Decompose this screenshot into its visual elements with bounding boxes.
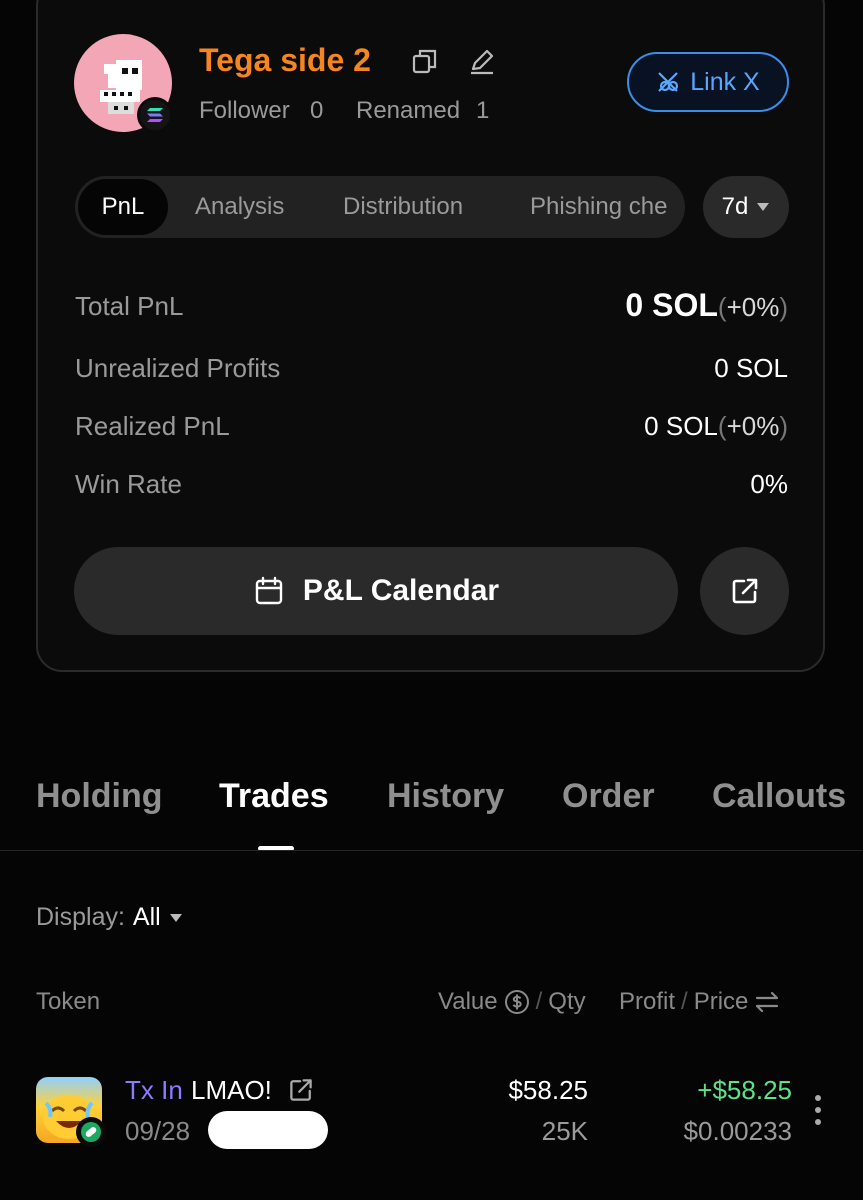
col-separator: /: [681, 988, 688, 1015]
col-profit: Profit: [619, 988, 676, 1015]
caret-down-icon: [169, 913, 183, 923]
edit-icon[interactable]: [467, 46, 497, 76]
winrate-label: Win Rate: [75, 469, 182, 499]
x-logo-icon: [656, 70, 682, 94]
swap-icon: [754, 990, 780, 1014]
tab-distribution[interactable]: Distribution: [343, 176, 463, 238]
share-button[interactable]: [700, 547, 789, 635]
follower-label: Follower: [199, 97, 290, 124]
unrealized-value: 0 SOL: [714, 353, 788, 383]
col-value: Value: [438, 988, 498, 1015]
renamed-count: 1: [476, 97, 490, 124]
tab-callouts[interactable]: Callouts: [712, 777, 846, 816]
follower-count: 0: [310, 97, 324, 124]
renamed-label: Renamed: [356, 97, 461, 124]
pnl-calendar-label: P&L Calendar: [302, 574, 500, 607]
total-pnl-value: 0 SOL: [625, 287, 718, 323]
tab-holding[interactable]: Holding: [36, 777, 163, 816]
tab-history[interactable]: History: [387, 777, 504, 816]
trade-qty: 25K: [541, 1116, 588, 1146]
trade-type: Tx In: [125, 1075, 183, 1105]
dollar-circle-icon: [504, 989, 530, 1015]
col-separator: /: [535, 988, 543, 1015]
solana-icon: [137, 97, 173, 133]
realized-value-row: 0 SOL(+0%): [644, 411, 788, 441]
display-value: All: [132, 903, 161, 931]
tab-order[interactable]: Order: [562, 777, 655, 816]
tab-phishing-check[interactable]: Phishing che: [530, 176, 667, 238]
external-link-icon[interactable]: [285, 1075, 317, 1105]
pnl-calendar-button[interactable]: P&L Calendar: [74, 547, 678, 635]
col-price: Price: [693, 988, 749, 1015]
profile-name: Tega side 2: [199, 42, 371, 78]
trade-value: $58.25: [508, 1075, 588, 1105]
col-value-qty[interactable]: Value / Qty: [438, 988, 586, 1016]
more-vertical-icon[interactable]: [808, 1092, 828, 1128]
winrate-value: 0%: [750, 469, 788, 499]
external-link-icon: [729, 575, 761, 607]
col-qty: Qty: [548, 988, 586, 1015]
link-x-label: Link X: [690, 67, 760, 96]
total-pnl-pct: +0%: [726, 292, 780, 322]
display-filter[interactable]: Display: All: [36, 903, 183, 932]
unrealized-label: Unrealized Profits: [75, 353, 281, 383]
display-label: Display:: [36, 903, 125, 931]
trade-token[interactable]: LMAO!: [191, 1075, 272, 1106]
divider: [0, 850, 863, 851]
pill-icon: [76, 1117, 106, 1147]
analysis-tabs: PnL Analysis Distribution Phishing che: [75, 176, 685, 238]
period-value: 7d: [721, 193, 749, 220]
copy-icon[interactable]: [410, 46, 440, 76]
tab-analysis[interactable]: Analysis: [195, 176, 284, 238]
realized-value: 0 SOL: [644, 411, 718, 441]
tab-pnl[interactable]: PnL: [78, 179, 168, 235]
period-select[interactable]: 7d: [703, 176, 789, 238]
trade-price: $0.00233: [683, 1116, 792, 1146]
link-x-button[interactable]: Link X: [627, 52, 789, 112]
col-profit-price[interactable]: Profit / Price: [619, 988, 780, 1016]
trade-date: 09/28: [125, 1116, 191, 1146]
redacted-address: [208, 1111, 328, 1149]
tab-trades[interactable]: Trades: [219, 777, 329, 816]
caret-down-icon: [756, 202, 770, 212]
realized-pct: +0%: [726, 411, 780, 441]
calendar-icon: [253, 575, 285, 607]
trade-profit: +$58.25: [697, 1075, 792, 1105]
total-pnl-value-row: 0 SOL(+0%): [625, 287, 788, 323]
realized-label: Realized PnL: [75, 411, 230, 441]
total-pnl-label: Total PnL: [75, 291, 184, 321]
col-token: Token: [36, 988, 101, 1015]
